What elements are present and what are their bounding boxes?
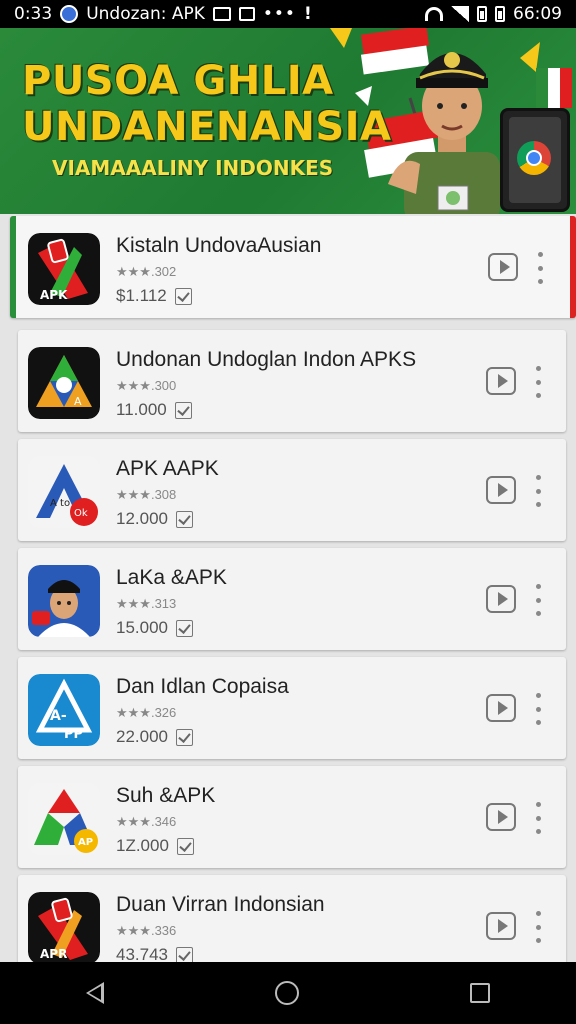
more-options-icon[interactable] [532,252,548,284]
svg-text:AP: AP [78,837,93,848]
download-count: 22.000 [116,727,168,746]
banner-title: PUSOA GHLIA UNDANENANSIA [22,58,391,150]
promo-banner[interactable]: PUSOA GHLIA UNDANENANSIA VIAMAAALINY IND… [0,28,576,214]
app-downloads: 15.000 [116,618,193,638]
download-count: 11.000 [116,400,167,419]
signal-icon [451,6,469,22]
more-notifications-icon: ••• [262,4,296,24]
home-icon[interactable] [274,981,299,1005]
svg-text:Ok: Ok [74,508,88,519]
svg-text:A: A [74,395,82,408]
app-rating: ★★★.336 [116,923,177,938]
battery-icon-2 [495,6,505,22]
app-downloads: 22.000 [116,727,193,747]
status-app-label: Undozan: APK [86,4,205,24]
app-notification-icon [60,5,79,23]
open-app-button[interactable] [486,803,516,831]
more-options-icon[interactable] [530,366,546,398]
recent-apps-icon[interactable] [470,983,491,1003]
more-options-icon[interactable] [530,911,546,943]
wifi-icon [425,7,443,21]
app-rating: ★★★.313 [116,596,177,611]
banner-title-line1: PUSOA GHLIA [22,58,334,104]
app-name: APK AAPK [116,457,219,480]
download-count: $1.112 [116,286,167,305]
apk-blue-a-icon: A to Ok [28,456,100,528]
navigation-bar [0,962,576,1024]
svg-text:APK: APK [40,288,68,302]
app-rating: ★★★.346 [116,814,177,829]
list-item[interactable]: A- PP Dan Idlan Copaisa ★★★.326 22.000 [18,657,566,759]
cast-icon [212,7,231,21]
app-rating: ★★★.326 [116,705,177,720]
app-name: Suh &APK [116,784,216,807]
chrome-icon [517,141,551,175]
list-item[interactable]: LaKa &APK ★★★.313 15.000 [18,548,566,650]
banner-subtitle: VIAMAAALINY INDONKES [52,156,334,180]
open-app-button[interactable] [486,912,516,940]
phone-illustration [500,108,570,212]
officer-illustration [388,52,500,214]
app-downloads: 12.000 [116,509,193,529]
back-icon[interactable] [85,982,104,1004]
app-downloads: 43.743 [116,945,193,962]
apk-person-icon [28,565,100,637]
apk-triangle-icon: A [28,347,100,419]
apk-teal-icon: A- PP [28,674,100,746]
battery-icon [477,6,487,22]
more-options-icon[interactable] [530,693,546,725]
download-count: 43.743 [116,945,168,962]
verified-check-icon [176,837,194,855]
list-item[interactable]: APK Kistaln UndovaAusian ★★★.302 $1.112 [10,216,576,318]
verified-check-icon [174,287,192,305]
more-options-icon[interactable] [530,584,546,616]
app-name: Dan Idlan Copaisa [116,675,289,698]
app-rating: ★★★.300 [116,378,177,393]
open-app-button[interactable] [488,253,518,281]
verified-check-icon [176,946,193,962]
svg-text:A to: A to [50,498,70,509]
app-rating: ★★★.308 [116,487,177,502]
banner-title-line2: UNDANENANSIA [22,104,392,150]
open-app-button[interactable] [486,694,516,722]
exclamation-icon: ! [303,4,312,24]
status-bar: 0:33 Undozan: APK ••• ! 66:09 [0,0,576,28]
app-list[interactable]: APK Kistaln UndovaAusian ★★★.302 $1.112 … [0,216,576,962]
verified-check-icon [176,510,193,528]
download-count: 15.000 [116,618,168,637]
apk-redblack-icon: APK [28,233,100,305]
status-time-right: 66:09 [513,4,562,24]
app-rating: ★★★.302 [116,264,177,279]
verified-check-icon [176,728,193,746]
apk-green-a-icon: AP [28,783,100,855]
app-downloads: 11.000 [116,400,192,420]
notification-box-icon [238,7,255,21]
more-options-icon[interactable] [530,475,546,507]
apk-redblack2-icon: APR [28,892,100,962]
svg-text:A-: A- [50,708,67,724]
app-name: Kistaln UndovaAusian [116,234,322,257]
app-name: Undonan Undoglan Indon APKS [116,348,417,371]
app-downloads: 1Z.000 [116,836,194,856]
list-item[interactable]: AP Suh &APK ★★★.346 1Z.000 [18,766,566,868]
open-app-button[interactable] [486,476,516,504]
verified-check-icon [174,401,192,419]
svg-text:PP: PP [64,727,83,742]
open-app-button[interactable] [486,367,516,395]
app-downloads: $1.112 [116,286,192,306]
app-name: Duan Virran Indonsian [116,893,325,916]
list-item[interactable]: APR Duan Virran Indonsian ★★★.336 43.743 [18,875,566,962]
download-count: 1Z.000 [116,836,169,855]
list-item[interactable]: A to Ok APK AAPK ★★★.308 12.000 [18,439,566,541]
list-item[interactable]: A Undonan Undoglan Indon APKS ★★★.300 11… [18,330,566,432]
app-name: LaKa &APK [116,566,227,589]
download-count: 12.000 [116,509,168,528]
svg-text:APR: APR [40,947,67,961]
verified-check-icon [176,619,193,637]
open-app-button[interactable] [486,585,516,613]
more-options-icon[interactable] [530,802,546,834]
status-time-left: 0:33 [14,4,53,24]
